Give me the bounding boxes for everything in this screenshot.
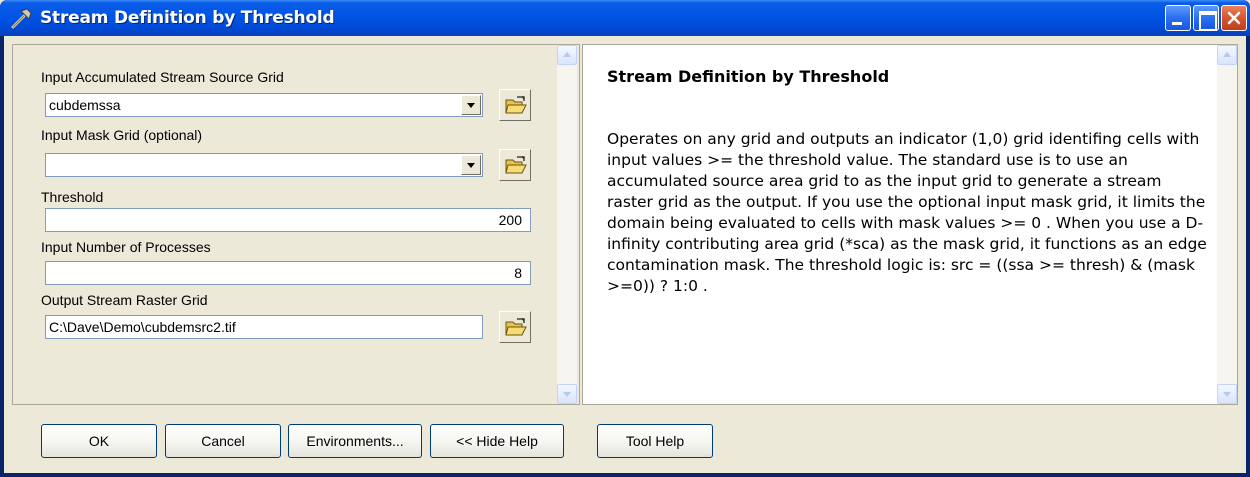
output-grid-label: Output Stream Raster Grid <box>41 292 208 308</box>
threshold-label: Threshold <box>41 189 104 205</box>
scroll-down-button[interactable] <box>1217 384 1237 404</box>
output-browse-button[interactable] <box>499 311 531 343</box>
title-bar[interactable]: Stream Definition by Threshold <box>0 0 1250 36</box>
open-folder-icon <box>505 318 527 336</box>
environments-button[interactable]: Environments... <box>288 424 422 458</box>
scroll-up-button[interactable] <box>1217 45 1237 65</box>
scroll-down-button[interactable] <box>557 384 577 404</box>
output-grid-input[interactable]: C:\Dave\Demo\cubdemsrc2.tif <box>45 315 483 339</box>
mask-grid-combo[interactable] <box>45 153 483 177</box>
help-scrollbar[interactable] <box>1217 45 1237 404</box>
chevron-down-icon[interactable] <box>461 95 481 115</box>
output-grid-value: C:\Dave\Demo\cubdemsrc2.tif <box>49 319 236 335</box>
ssa-grid-value: cubdemssa <box>49 97 121 113</box>
ssa-grid-combo[interactable]: cubdemssa <box>45 93 483 117</box>
window-title: Stream Definition by Threshold <box>40 8 335 28</box>
dialog-client: Input Accumulated Stream Source Grid cub… <box>4 36 1246 473</box>
hammer-tool-icon <box>10 6 34 30</box>
parameters-panel: Input Accumulated Stream Source Grid cub… <box>12 44 580 405</box>
threshold-value: 200 <box>498 212 522 228</box>
help-panel: Stream Definition by Threshold Operates … <box>582 44 1238 405</box>
hide-help-button[interactable]: << Hide Help <box>430 424 564 458</box>
ok-button[interactable]: OK <box>41 424 157 458</box>
dialog-window: Stream Definition by Threshold Input Acc… <box>0 0 1250 477</box>
scroll-up-button[interactable] <box>557 45 577 65</box>
threshold-input[interactable]: 200 <box>45 208 531 232</box>
parameters-scrollbar[interactable] <box>557 45 577 404</box>
help-body: Operates on any grid and outputs an indi… <box>607 130 1207 295</box>
open-folder-icon <box>505 156 527 174</box>
maximize-button[interactable] <box>1193 5 1219 31</box>
open-folder-icon <box>505 96 527 114</box>
processes-label: Input Number of Processes <box>41 239 211 255</box>
mask-browse-button[interactable] <box>499 149 531 181</box>
ssa-browse-button[interactable] <box>499 89 531 121</box>
chevron-down-icon[interactable] <box>461 155 481 175</box>
mask-grid-label: Input Mask Grid (optional) <box>41 127 203 143</box>
processes-input[interactable]: 8 <box>45 261 531 285</box>
minimize-button[interactable] <box>1165 5 1191 31</box>
close-button[interactable] <box>1221 5 1247 31</box>
ssa-grid-label: Input Accumulated Stream Source Grid <box>41 69 284 85</box>
tool-help-button[interactable]: Tool Help <box>597 424 713 458</box>
processes-value: 8 <box>514 265 522 281</box>
help-title: Stream Definition by Threshold <box>607 67 890 86</box>
cancel-button[interactable]: Cancel <box>165 424 281 458</box>
close-icon <box>1227 11 1241 25</box>
